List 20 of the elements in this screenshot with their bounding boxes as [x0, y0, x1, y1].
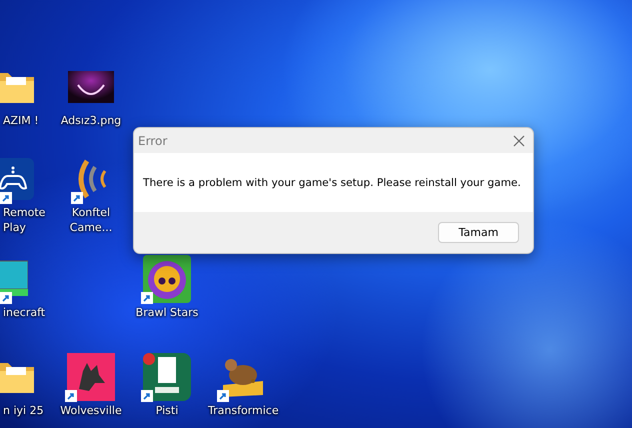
- desktop-icon-label[interactable]: Pisti: [156, 403, 178, 418]
- image-thumbnail-icon[interactable]: [68, 71, 114, 103]
- monitor-icon[interactable]: [0, 259, 28, 299]
- skull-icon[interactable]: [143, 255, 191, 303]
- desktop-icon-label[interactable]: inecraft: [3, 305, 46, 320]
- desktop-icon-label[interactable]: AZIM !: [3, 113, 39, 128]
- playing-card-icon[interactable]: [143, 353, 191, 401]
- desktop-icon-label[interactable]: Transformice: [208, 403, 278, 418]
- gamepad-icon[interactable]: [0, 158, 34, 200]
- wolf-icon[interactable]: [67, 353, 115, 401]
- desktop-icon-label[interactable]: Adsız3.png: [60, 113, 122, 128]
- dialog-title: Error: [138, 134, 168, 148]
- error-message: There is a problem with your game's setup. Please reinstall your game.: [143, 176, 521, 188]
- desktop-icon-label[interactable]: n iyi 25: [3, 403, 44, 418]
- close-icon[interactable]: [513, 134, 525, 146]
- desktop-icon-label[interactable]: Brawl Stars: [136, 305, 198, 320]
- desktop-icon-label[interactable]: Konftel Came...: [56, 205, 126, 235]
- desktop-icon-label[interactable]: Wolvesville: [60, 403, 122, 418]
- ok-button[interactable]: Tamam: [438, 222, 519, 243]
- desktop-icon-label[interactable]: Remote Play: [3, 205, 51, 235]
